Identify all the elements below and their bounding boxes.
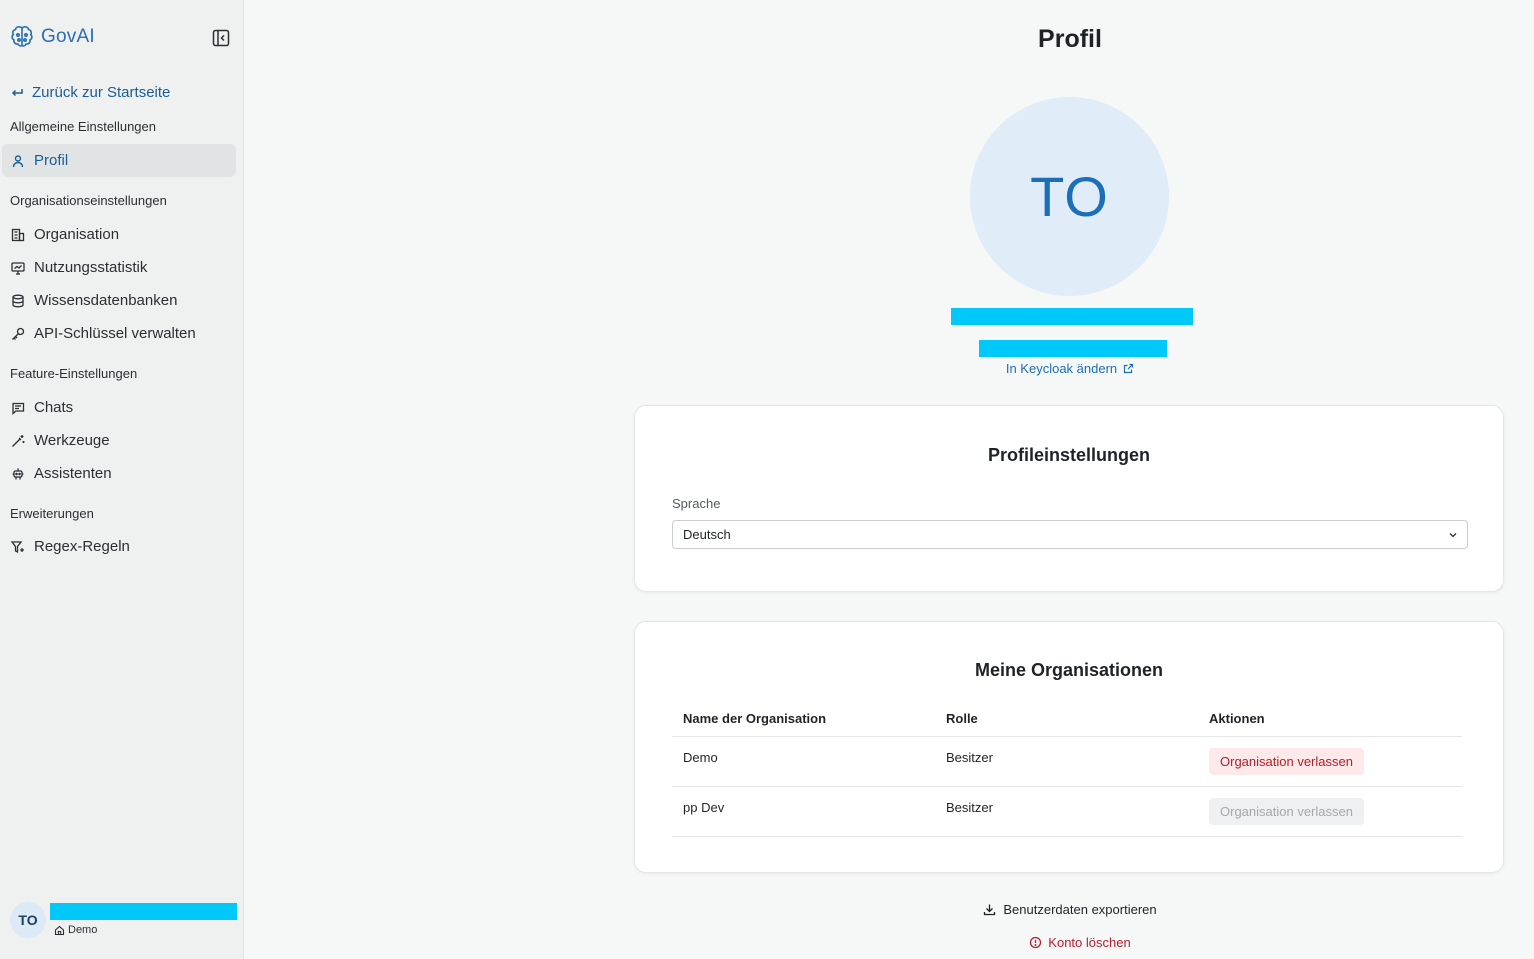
building-icon — [11, 228, 25, 241]
column-header-name: Name der Organisation — [672, 702, 935, 737]
sidebar-item-label: Wissensdatenbanken — [34, 292, 178, 309]
brain-icon — [11, 26, 33, 47]
sidebar-item-assistants[interactable]: Assistenten — [2, 457, 236, 490]
redacted-display-name — [951, 308, 1193, 325]
edit-in-keycloak-label: In Keycloak ändern — [1005, 361, 1118, 376]
back-to-home-label: Zurück zur Startseite — [32, 84, 171, 101]
avatar: TO — [10, 902, 46, 938]
sidebar-item-label: Chats — [34, 399, 74, 416]
magic-wand-icon — [12, 434, 25, 447]
key-icon — [12, 327, 25, 340]
table-row: pp Dev Besitzer Organisation verlassen — [672, 786, 1462, 837]
edit-in-keycloak-link[interactable]: In Keycloak ändern — [870, 361, 1270, 376]
home-icon — [54, 925, 65, 935]
organization-name: pp Dev — [672, 786, 935, 837]
user-icon — [12, 154, 24, 167]
bot-icon — [12, 468, 24, 479]
redacted-user-name — [50, 903, 237, 920]
profile-settings-title: Profileinstellungen — [987, 445, 1151, 465]
alert-circle-icon — [1030, 936, 1042, 949]
chat-icon — [12, 402, 25, 415]
section-general-label: Allgemeine Einstellungen — [10, 119, 156, 134]
sidebar-item-label: Werkzeuge — [34, 432, 110, 449]
sidebar-item-label: API-Schlüssel verwalten — [34, 325, 196, 342]
user-organization: Demo — [54, 924, 97, 936]
sidebar-item-label: Assistenten — [34, 465, 112, 482]
monitor-chart-icon — [11, 261, 25, 275]
external-link-icon — [1124, 363, 1134, 374]
sidebar-item-label: Regex-Regeln — [34, 538, 130, 555]
delete-account-button[interactable]: Konto löschen — [870, 935, 1290, 950]
language-label: Sprache — [672, 496, 721, 511]
sidebar-item-api-keys[interactable]: API-Schlüssel verwalten — [2, 317, 236, 350]
sidebar-item-regex-rules[interactable]: Regex-Regeln — [2, 530, 236, 563]
leave-organization-button-disabled: Organisation verlassen — [1209, 797, 1364, 825]
sidebar-item-organisation[interactable]: Organisation — [2, 218, 236, 251]
export-user-data-button[interactable]: Benutzerdaten exportieren — [870, 902, 1270, 917]
download-icon — [984, 904, 996, 916]
my-organizations-card: Meine Organisationen Name der Organisati… — [634, 621, 1504, 873]
organization-role: Besitzer — [935, 736, 1198, 787]
sidebar-item-label: Profil — [34, 152, 69, 169]
user-organization-label: Demo — [68, 924, 98, 936]
organizations-table: Name der Organisation Rolle Aktionen Dem… — [672, 702, 1462, 837]
section-extensions-label: Erweiterungen — [10, 506, 94, 521]
leave-organization-button[interactable]: Organisation verlassen — [1209, 747, 1364, 775]
delete-account-label: Konto löschen — [1048, 935, 1131, 950]
page-title: Profil — [1038, 25, 1102, 53]
column-header-actions: Aktionen — [1198, 702, 1462, 737]
sidebar-item-label: Organisation — [34, 226, 120, 243]
redacted-email — [979, 340, 1167, 357]
sidebar-item-usage[interactable]: Nutzungsstatistik — [2, 251, 236, 284]
section-organization-label: Organisationseinstellungen — [10, 193, 167, 208]
sidebar-toggle-button[interactable] — [211, 28, 231, 48]
sidebar: GovAI Zurück zur Startseite Allgemeine E… — [0, 0, 244, 959]
chevron-down-icon — [1449, 533, 1457, 538]
sidebar-item-knowledge-bases[interactable]: Wissensdatenbanken — [2, 284, 236, 317]
table-header-row: Name der Organisation Rolle Aktionen — [672, 702, 1462, 737]
my-organizations-title: Meine Organisationen — [974, 660, 1164, 680]
panel-collapse-icon — [212, 29, 230, 47]
database-icon — [12, 294, 24, 307]
profile-settings-card: Profileinstellungen Sprache Deutsch — [634, 405, 1504, 592]
export-user-data-label: Benutzerdaten exportieren — [1003, 902, 1157, 917]
back-to-home-link[interactable]: Zurück zur Startseite — [10, 84, 170, 101]
sidebar-item-tools[interactable]: Werkzeuge — [2, 424, 236, 457]
return-arrow-icon — [11, 88, 23, 96]
profile-avatar: TO — [970, 97, 1169, 296]
app-name: GovAI — [41, 26, 95, 47]
organization-name: Demo — [672, 736, 935, 787]
organization-role: Besitzer — [935, 786, 1198, 837]
sidebar-item-label: Nutzungsstatistik — [34, 259, 148, 276]
sidebar-item-profile[interactable]: Profil — [2, 144, 236, 177]
user-menu[interactable]: TO — [10, 902, 46, 938]
column-header-role: Rolle — [935, 702, 1198, 737]
table-row: Demo Besitzer Organisation verlassen — [672, 736, 1462, 787]
section-features-label: Feature-Einstellungen — [10, 366, 138, 381]
app-logo[interactable]: GovAI — [9, 24, 95, 50]
filter-sparkle-icon — [11, 540, 24, 553]
sidebar-item-chats[interactable]: Chats — [2, 391, 236, 424]
language-select[interactable]: Deutsch — [672, 520, 1468, 549]
language-select-value: Deutsch — [683, 527, 731, 542]
